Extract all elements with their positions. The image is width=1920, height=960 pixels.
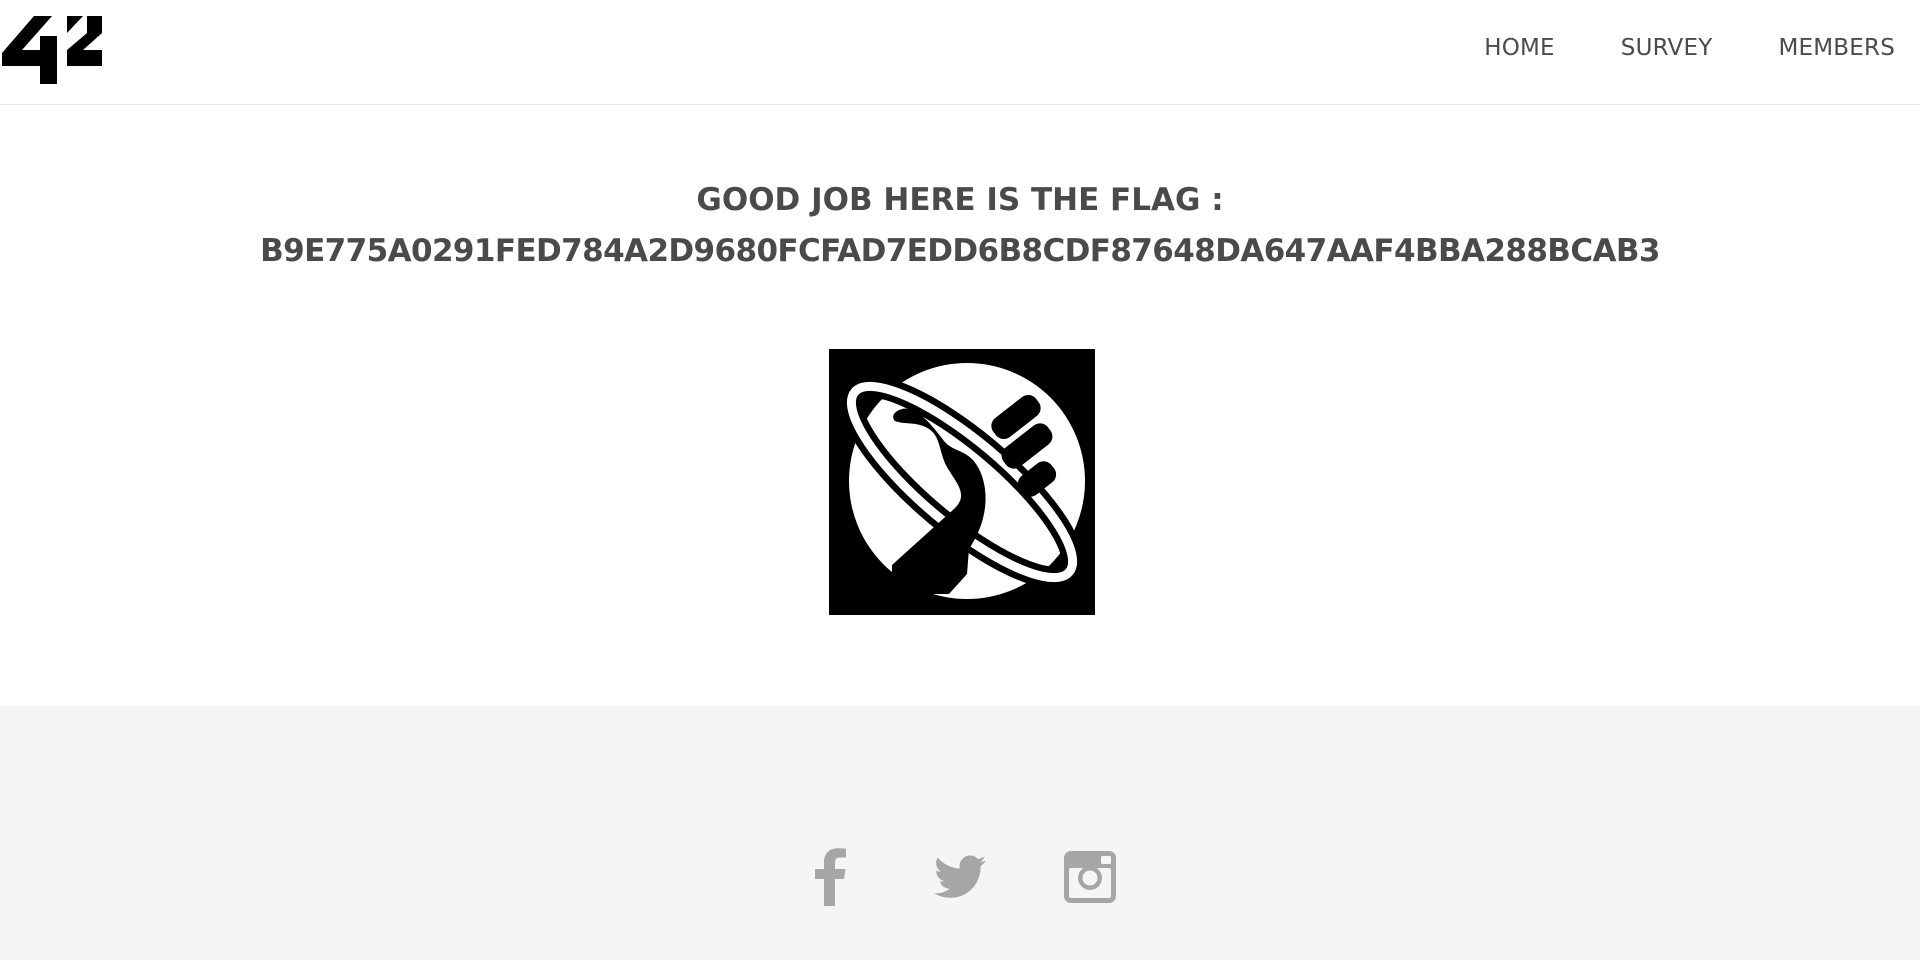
flag-heading: GOOD JOB HERE IS THE FLAG : B9E775A0291F… xyxy=(0,175,1920,277)
twitter-link[interactable] xyxy=(931,848,989,906)
nav-members[interactable]: MEMBERS xyxy=(1778,35,1895,61)
instagram-icon xyxy=(1064,851,1116,903)
nav-home[interactable]: HOME xyxy=(1484,35,1555,61)
social-links xyxy=(0,848,1920,906)
instagram-link[interactable] xyxy=(1061,848,1119,906)
flag-heading-text: GOOD JOB HERE IS THE FLAG : xyxy=(696,182,1224,218)
thumbs-up-planet-image xyxy=(829,349,1095,615)
site-header: HOME SURVEY MEMBERS xyxy=(0,0,1920,105)
main-content: GOOD JOB HERE IS THE FLAG : B9E775A0291F… xyxy=(0,105,1920,706)
flag-value: B9E775A0291FED784A2D9680FCFAD7EDD6B8CDF8… xyxy=(260,233,1660,269)
facebook-link[interactable] xyxy=(801,848,859,906)
facebook-icon xyxy=(815,848,846,906)
main-nav: HOME SURVEY MEMBERS xyxy=(1484,0,1895,96)
logo-42-icon xyxy=(2,16,102,84)
twitter-icon xyxy=(934,855,986,898)
thumbs-up-planet-icon xyxy=(829,349,1095,615)
logo-42[interactable] xyxy=(0,0,108,103)
site-footer xyxy=(0,706,1920,960)
nav-survey[interactable]: SURVEY xyxy=(1621,35,1713,61)
